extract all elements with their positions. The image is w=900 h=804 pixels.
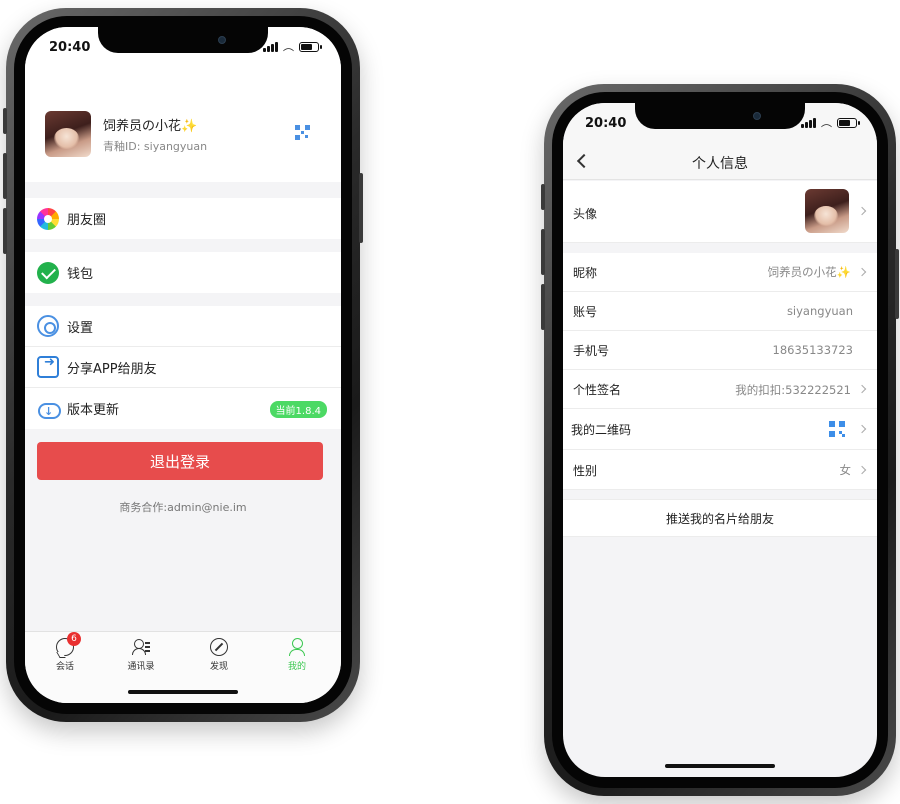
signal-icon [263, 42, 278, 52]
side-button-left-2 [3, 153, 7, 199]
cloud-download-icon [37, 398, 61, 420]
menu-item-settings[interactable]: 设置 [25, 306, 341, 347]
menu-group-wallet: 钱包 [25, 252, 341, 293]
profile-nickname: 饲养员の小花✨ [103, 119, 198, 134]
moments-icon [37, 207, 59, 230]
row-avatar[interactable]: 头像 [563, 181, 877, 243]
gear-icon [37, 315, 59, 337]
row-value: 18635133723 [772, 343, 853, 357]
row-value: 我的扣扣:532222521 [735, 383, 851, 397]
share-icon [37, 355, 59, 378]
chevron-right-icon [857, 465, 867, 475]
chevron-right-icon [857, 384, 867, 394]
notch [635, 103, 805, 129]
tab-me[interactable]: 我的 [267, 638, 327, 672]
unread-badge: 6 [67, 632, 81, 646]
push-card-button[interactable]: 推送我的名片给朋友 [563, 499, 877, 537]
home-indicator [128, 690, 238, 694]
row-label: 昵称 [573, 266, 598, 280]
menu-item-label: 钱包 [67, 267, 94, 282]
menu-item-label: 设置 [67, 320, 94, 336]
tab-label: 发现 [209, 662, 228, 672]
contacts-icon [132, 638, 150, 656]
side-button-left-3 [541, 284, 545, 330]
row-signature[interactable]: 个性签名 我的扣扣:532222521 [563, 370, 877, 409]
row-account: 账号 siyangyuan [563, 292, 877, 331]
menu-group-moments: 朋友圈 [25, 198, 341, 239]
menu-item-moments[interactable]: 朋友圈 [25, 198, 341, 239]
row-phone: 手机号 18635133723 [563, 331, 877, 370]
menu-item-share-app[interactable]: 分享APP给朋友 [25, 347, 341, 388]
business-contact: 商务合作:admin@nie.im [119, 501, 247, 514]
battery-icon [837, 118, 860, 128]
status-icons: ︵ [263, 40, 322, 53]
left-screen: 20:40 ︵ 饲养员の小花✨ 青釉ID: siyangyuan 朋友圈 钱包 [25, 27, 341, 703]
chat-icon: 6 [56, 632, 81, 656]
wifi-icon: ︵ [283, 40, 294, 53]
menu-item-version-update[interactable]: 版本更新 当前1.8.4 [25, 388, 341, 429]
camera-icon [218, 36, 226, 44]
menu-item-label: 朋友圈 [67, 213, 107, 228]
menu-item-label: 版本更新 [67, 403, 120, 418]
row-qrcode[interactable]: 我的二维码 [563, 409, 877, 450]
camera-icon [753, 112, 761, 120]
side-button-left-3 [3, 208, 7, 254]
status-icons: ︵ [801, 116, 860, 129]
tab-label: 会话 [55, 662, 74, 672]
side-button-left-1 [3, 108, 7, 134]
wallet-icon [37, 261, 59, 284]
qrcode-icon [829, 421, 845, 437]
menu-group-settings: 设置 分享APP给朋友 版本更新 当前1.8.4 [25, 306, 341, 429]
left-phone: 20:40 ︵ 饲养员の小花✨ 青釉ID: siyangyuan 朋友圈 钱包 [3, 8, 363, 722]
row-value: 饲养员の小花✨ [767, 265, 851, 279]
nav-bar: 20:40 ︵ 个人信息 [563, 103, 877, 180]
signal-icon [801, 118, 816, 128]
menu-item-wallet[interactable]: 钱包 [25, 252, 341, 293]
status-time: 20:40 [49, 40, 91, 55]
compass-icon [210, 638, 228, 656]
avatar [805, 189, 849, 233]
row-label: 个性签名 [573, 383, 622, 397]
tab-discover[interactable]: 发现 [189, 638, 249, 672]
row-label: 手机号 [573, 344, 610, 358]
row-label: 性别 [573, 464, 598, 478]
side-button-right [359, 173, 363, 243]
right-screen: 20:40 ︵ 个人信息 头像 昵称 饲养员の小花✨ 账号 siyangyuan… [563, 103, 877, 777]
row-gender[interactable]: 性别 女 [563, 450, 877, 490]
side-button-left-1 [541, 184, 545, 210]
row-nickname[interactable]: 昵称 饲养员の小花✨ [563, 253, 877, 292]
row-value: 女 [839, 463, 852, 477]
right-phone: 20:40 ︵ 个人信息 头像 昵称 饲养员の小花✨ 账号 siyangyuan… [541, 84, 899, 796]
chevron-right-icon [857, 267, 867, 277]
menu-item-label: 分享APP给朋友 [67, 361, 157, 377]
home-indicator [665, 764, 775, 768]
person-icon [288, 638, 306, 656]
row-value: siyangyuan [786, 304, 853, 318]
tab-chats[interactable]: 6 会话 [35, 632, 95, 672]
avatar[interactable] [45, 111, 91, 157]
chevron-right-icon [857, 206, 867, 216]
tab-label: 我的 [287, 662, 306, 672]
side-button-right [895, 249, 899, 319]
logout-button[interactable]: 退出登录 [37, 442, 323, 480]
chevron-right-icon [857, 424, 867, 434]
notch [98, 27, 268, 53]
version-badge: 当前1.8.4 [269, 401, 327, 418]
tab-contacts[interactable]: 通讯录 [111, 638, 171, 672]
battery-icon [299, 42, 322, 52]
qrcode-icon[interactable] [295, 125, 310, 140]
status-time: 20:40 [585, 116, 627, 131]
wifi-icon: ︵ [821, 116, 832, 129]
tab-label: 通讯录 [127, 662, 155, 672]
row-label: 我的二维码 [571, 423, 632, 437]
row-label: 头像 [573, 207, 598, 221]
row-label: 账号 [573, 305, 598, 319]
page-title: 个人信息 [692, 156, 748, 172]
profile-account-id: 青釉ID: siyangyuan [103, 140, 208, 153]
side-button-left-2 [541, 229, 545, 275]
